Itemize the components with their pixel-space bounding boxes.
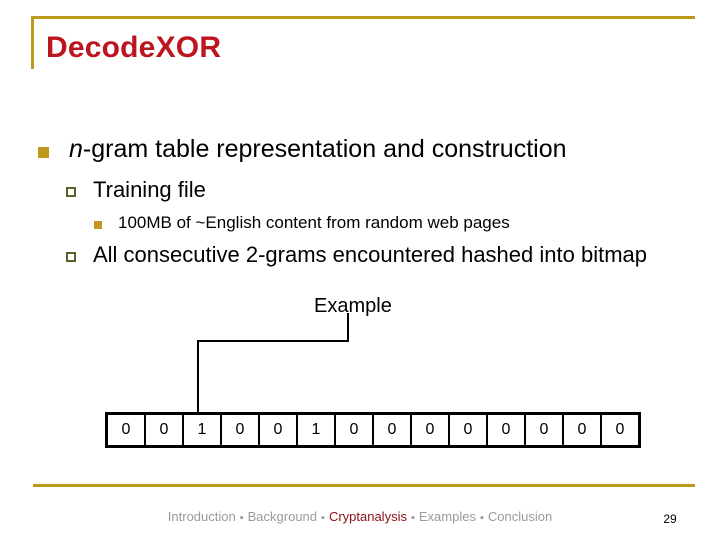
footer-nav-separator: ▪: [410, 512, 415, 524]
bitmap-cell: 0: [372, 412, 412, 448]
table-row: 00100100000000: [105, 412, 641, 448]
bullet-item-ngram-rest: -gram table representation and construct…: [82, 135, 567, 163]
filled-square-bullet-icon: [38, 147, 49, 158]
bitmap-cell: 0: [448, 412, 488, 448]
bitmap-cell: 0: [600, 412, 641, 448]
bullet-item-bitmap: All consecutive 2-grams encountered hash…: [66, 242, 698, 268]
bullet-item-bitmap-label: All consecutive 2-grams encountered hash…: [93, 242, 647, 267]
footer-nav-item-cryptanalysis[interactable]: Cryptanalysis: [329, 509, 407, 524]
bitmap-cell: 1: [296, 412, 336, 448]
connector-line-horizontal: [197, 340, 349, 342]
bitmap-cell: 0: [144, 412, 184, 448]
bitmap-cell: 0: [524, 412, 564, 448]
bullet-item-training-file: Training file: [66, 177, 706, 203]
bullet-item-training-size: 100MB of ~English content from random we…: [94, 213, 694, 233]
bullet-item-training-file-label: Training file: [93, 177, 206, 202]
footer-nav-item-examples[interactable]: Examples: [419, 509, 476, 524]
small-filled-square-bullet-icon: [94, 221, 102, 229]
bitmap-cell: 0: [410, 412, 450, 448]
footer-rule: [33, 484, 695, 487]
connector-line-vertical-right: [347, 313, 349, 342]
footer-nav-separator: ▪: [321, 512, 325, 524]
footer-nav-item-introduction[interactable]: Introduction: [168, 509, 236, 524]
footer-nav-separator: ▪: [479, 512, 484, 524]
footer-nav: Introduction ▪ Background ▪ Cryptanalysis ▪ Ex…: [0, 509, 720, 524]
bullet-item-ngram-label: n-gram table representation and construc…: [69, 135, 567, 163]
hollow-square-bullet-icon: [66, 187, 76, 197]
bitmap-cell: 1: [182, 412, 222, 448]
bitmap-cell: 0: [258, 412, 298, 448]
hollow-square-bullet-icon: [66, 252, 76, 262]
italic-n-text: n: [69, 135, 83, 163]
title-rule-left: [31, 16, 34, 69]
bitmap-cell: 0: [486, 412, 526, 448]
bitmap-table: 00100100000000: [105, 412, 641, 448]
bullet-item-ngram: n-gram table representation and construc…: [38, 135, 703, 163]
bitmap-cell: 0: [562, 412, 602, 448]
title-rule-top: [31, 16, 695, 19]
bitmap-cell: 0: [334, 412, 374, 448]
footer-nav-item-background[interactable]: Background: [248, 509, 317, 524]
connector-line-vertical-left: [197, 340, 199, 414]
footer-nav-item-conclusion[interactable]: Conclusion: [488, 509, 552, 524]
example-label: Example: [314, 295, 392, 317]
page-number: 29: [663, 512, 677, 526]
bullet-item-training-size-label: 100MB of ~English content from random we…: [118, 213, 510, 232]
page-title: DecodeXOR: [46, 31, 222, 64]
footer-nav-separator: ▪: [239, 512, 244, 524]
bitmap-cell: 0: [105, 412, 146, 448]
bitmap-cell: 0: [220, 412, 260, 448]
